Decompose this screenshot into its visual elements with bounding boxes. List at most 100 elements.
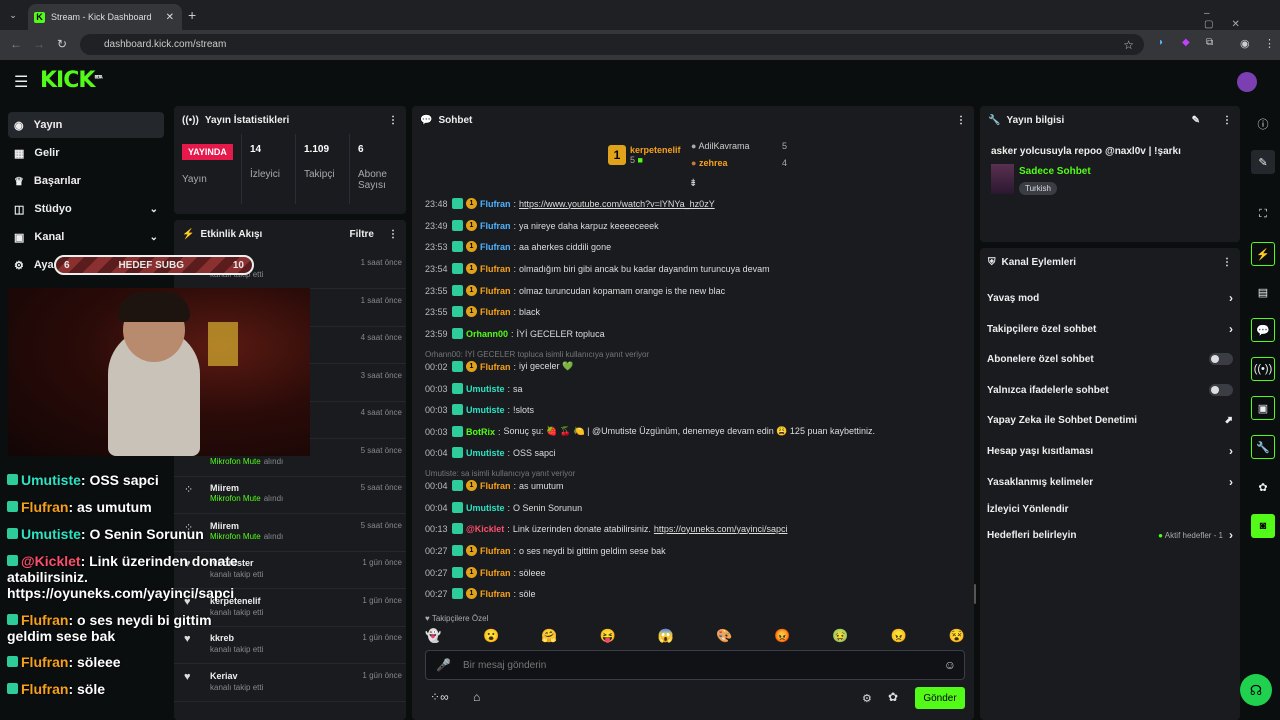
emote-icon[interactable]: 😱 (658, 628, 674, 644)
more-icon[interactable]: ⋮ (388, 229, 398, 240)
emote-icon[interactable]: 🎨 (716, 628, 732, 644)
channel-action-row[interactable]: Hesap yaşı kısıtlaması › (987, 438, 1233, 464)
chat-message[interactable]: 00:27 1 Flufran: söleee (425, 567, 546, 578)
lightning-icon[interactable]: ⚡ (1251, 242, 1275, 266)
chat-message[interactable]: 23:54 1 Flufran: olmadığım biri gibi ancak … (425, 263, 770, 274)
chat-username[interactable]: Flufran (480, 546, 511, 556)
chat-username[interactable]: Flufran (480, 362, 511, 372)
chat-username[interactable]: Umutiste (466, 503, 505, 513)
chat-link[interactable]: https://www.youtube.com/watch?v=lYNYa_hz… (519, 199, 715, 209)
more-icon[interactable]: ⋮ (956, 115, 966, 126)
chat-message[interactable]: 23:55 1 Flufran: olmaz turuncudan kopamam o… (425, 285, 725, 296)
browser-tab[interactable]: K Stream - Kick Dashboard ✕ (28, 4, 182, 30)
chat-message[interactable]: 23:48 1 Flufran: https://www.youtube.com/wa… (425, 198, 715, 209)
stats-icon[interactable]: ▣ (1251, 396, 1275, 420)
sidebar-item-kanal[interactable]: ▣ Kanal ⌄ (8, 224, 164, 250)
chat-username[interactable]: Flufran (480, 286, 511, 296)
fullscreen-icon[interactable]: ⛶ (1251, 202, 1275, 226)
sidebar-item-basarilar[interactable]: ♛ Başarılar (8, 168, 164, 194)
pencil-icon[interactable]: ✎ (1251, 150, 1275, 174)
chat-message[interactable]: 00:04 Umutiste: OSS sapci (425, 447, 556, 458)
chat-username[interactable]: Flufran (480, 264, 511, 274)
support-headset-icon[interactable]: ☊ (1240, 674, 1272, 706)
more-icon[interactable]: ⋮ (1222, 257, 1232, 268)
channel-action-row[interactable]: Yalnızca ifadelerle sohbet (987, 377, 1233, 403)
channel-action-row[interactable]: Yasaklanmış kelimeler › (987, 469, 1233, 495)
wrench-icon[interactable]: 🔧 (1251, 435, 1275, 459)
chat-link[interactable]: https://oyuneks.com/yayinci/sapci (654, 524, 788, 534)
emote-icon[interactable]: 🤢 (832, 628, 848, 644)
chat-username[interactable]: Flufran (480, 307, 511, 317)
chat-message[interactable]: 00:04 1 Flufran: as umutum (425, 480, 564, 491)
address-bar[interactable]: dashboard.kick.com/stream ☆ (80, 34, 1144, 55)
browser-menu-icon[interactable]: ⋮ (1264, 37, 1275, 50)
bookmark-star-icon[interactable]: ☆ (1123, 38, 1134, 52)
forward-icon[interactable]: → (33, 37, 45, 51)
document-icon[interactable]: ▤ (1251, 280, 1275, 304)
kick-logo[interactable]: KICKBETA (40, 68, 103, 93)
chat-username[interactable]: Flufran (480, 589, 511, 599)
chat-message[interactable]: 00:03 Umutiste: !slots (425, 404, 534, 415)
emote-icon[interactable]: 😠 (891, 628, 907, 644)
window-controls[interactable]: –▢✕ (1204, 8, 1280, 30)
emote-icon[interactable]: 😵 (949, 628, 965, 644)
reload-icon[interactable]: ↻ (57, 37, 67, 51)
toggle-switch[interactable] (1209, 384, 1233, 396)
chat-scrollbar[interactable] (974, 584, 976, 604)
extension-2-icon[interactable]: ◆ (1182, 37, 1190, 48)
chat-message[interactable]: 00:13 @Kicklet: Link üzerinden donate atab… (425, 523, 787, 534)
chat-message[interactable]: 23:49 1 Flufran: ya nireye daha karpuz keee… (425, 220, 659, 231)
puzzle-icon[interactable]: ✿ (1251, 475, 1275, 499)
chat-username[interactable]: Flufran (480, 199, 511, 209)
tab-close-icon[interactable]: ✕ (166, 12, 174, 23)
broadcast-icon[interactable]: ((•)) (1251, 357, 1275, 381)
chat-username[interactable]: BotRix (466, 427, 495, 437)
bot-icon[interactable]: ◙ (1251, 514, 1275, 538)
points-icon[interactable]: ⁘∞ (430, 690, 449, 704)
channel-action-row[interactable]: Yapay Zeka ile Sohbet Denetimi ⬈ (987, 407, 1233, 433)
hamburger-menu-icon[interactable]: ☰ (14, 72, 28, 92)
channel-action-row[interactable]: İzleyici Yönlendir (987, 496, 1233, 522)
new-tab-icon[interactable]: + (188, 7, 196, 23)
chat-username[interactable]: Umutiste (466, 405, 505, 415)
channel-action-row[interactable]: Hedefleri belirleyin ● Aktif hedefler - 1… (987, 522, 1233, 548)
emoji-icon[interactable]: ☺ (944, 658, 956, 672)
emote-icon[interactable]: 🤗 (541, 628, 557, 644)
puzzle-icon[interactable]: ✿ (888, 690, 898, 704)
emote-icon[interactable]: 👻 (425, 628, 441, 644)
profile-icon[interactable]: ◉ (1240, 37, 1250, 50)
chat-username[interactable]: Umutiste (466, 448, 505, 458)
channel-action-row[interactable]: Yavaş mod › (987, 285, 1233, 311)
sidebar-item-studyo[interactable]: ◫ Stüdyo ⌄ (8, 196, 164, 222)
channel-action-row[interactable]: Takipçilere özel sohbet › (987, 316, 1233, 342)
chat-message[interactable]: 00:27 1 Flufran: o ses neydi bi gittim geld… (425, 545, 666, 556)
tab-search-icon[interactable]: ⌄ (6, 8, 20, 22)
sidebar-item-yayin[interactable]: ◉ Yayın (8, 112, 164, 138)
sidebar-item-gelir[interactable]: ▦ Gelir (8, 140, 164, 166)
chat-username[interactable]: Umutiste (466, 384, 505, 394)
channel-action-row[interactable]: Abonelere özel sohbet (987, 346, 1233, 372)
emote-icon[interactable]: 😮 (483, 628, 499, 644)
chat-message[interactable]: 00:27 1 Flufran: söle (425, 588, 536, 599)
chat-message[interactable]: 00:04 Umutiste: O Senin Sorunun (425, 502, 582, 513)
chat-input[interactable]: 🎤 Bir mesaj gönderin ☺ (425, 650, 965, 680)
emote-icon[interactable]: 😡 (774, 628, 790, 644)
edit-icon[interactable]: ✎ (1192, 115, 1200, 126)
info-icon[interactable]: ⓘ (1251, 112, 1275, 136)
chat-message[interactable]: 23:55 1 Flufran: black (425, 306, 540, 317)
back-icon[interactable]: ← (10, 37, 22, 51)
extensions-puzzle-icon[interactable]: ⧉ (1206, 37, 1213, 48)
emote-icon[interactable]: 😝 (600, 628, 616, 644)
chat-message[interactable]: 00:03 BotRix: Sonuç şu: 🍓 🍒 🍋 | @Umutiste … (425, 426, 875, 437)
chat-message[interactable]: 00:02 1 Flufran: iyi geceler 💚 (425, 361, 573, 372)
chat-username[interactable]: Flufran (480, 568, 511, 578)
chat-icon[interactable]: 💬 (1251, 318, 1275, 342)
toggle-switch[interactable] (1209, 353, 1233, 365)
category-name[interactable]: Sadece Sohbet (1019, 166, 1091, 177)
chat-username[interactable]: @Kicklet (466, 524, 504, 534)
extension-icon[interactable]: ◗ (1158, 37, 1164, 48)
chat-username[interactable]: Flufran (480, 481, 511, 491)
more-icon[interactable]: ⋮ (388, 115, 398, 126)
chat-username[interactable]: Flufran (480, 221, 511, 231)
more-icon[interactable]: ⋮ (1222, 115, 1232, 126)
